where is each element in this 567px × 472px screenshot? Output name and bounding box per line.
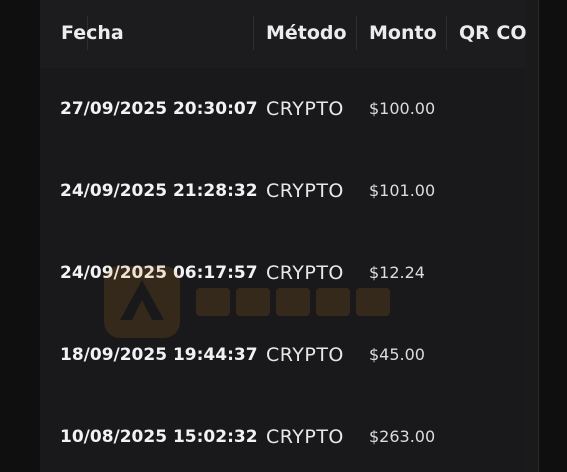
table-row[interactable]: 10/08/2025 15:02:32 CRYPTO $263.00 bbox=[40, 396, 526, 472]
table-row[interactable]: 18/09/2025 19:44:37 CRYPTO $45.00 bbox=[40, 314, 526, 397]
table-row[interactable]: 27/09/2025 20:30:07 CRYPTO $100.00 bbox=[40, 68, 526, 151]
cell-fecha: 24/09/2025 06:17:57 bbox=[60, 263, 258, 283]
cell-metodo: CRYPTO bbox=[266, 262, 344, 284]
cell-fecha: 27/09/2025 20:30:07 bbox=[60, 99, 258, 119]
cell-metodo: CRYPTO bbox=[266, 426, 344, 448]
cell-monto: $45.00 bbox=[369, 345, 425, 364]
column-header-qr-code[interactable]: QR CO bbox=[459, 17, 526, 49]
header-divider bbox=[253, 16, 254, 50]
cell-metodo: CRYPTO bbox=[266, 180, 344, 202]
cell-fecha: 10/08/2025 15:02:32 bbox=[60, 427, 258, 447]
cell-fecha: 24/09/2025 21:28:32 bbox=[60, 181, 258, 201]
cell-fecha: 18/09/2025 19:44:37 bbox=[60, 345, 258, 365]
header-divider bbox=[446, 16, 447, 50]
cell-monto: $12.24 bbox=[369, 263, 425, 282]
table-row[interactable]: 24/09/2025 21:28:32 CRYPTO $101.00 bbox=[40, 150, 526, 233]
transactions-table[interactable]: Fecha Método Monto QR CO 27/09/2025 20:3… bbox=[40, 0, 526, 472]
column-header-fecha[interactable]: Fecha bbox=[61, 17, 251, 49]
cell-metodo: CRYPTO bbox=[266, 98, 344, 120]
header-divider bbox=[356, 16, 357, 50]
table-row[interactable]: 24/09/2025 06:17:57 CRYPTO $12.24 bbox=[40, 232, 526, 315]
screen: Fecha Método Monto QR CO 27/09/2025 20:3… bbox=[0, 0, 567, 472]
column-header-monto[interactable]: Monto bbox=[369, 17, 445, 49]
cell-monto: $100.00 bbox=[369, 99, 436, 118]
cell-monto: $263.00 bbox=[369, 427, 436, 446]
column-header-metodo[interactable]: Método bbox=[266, 17, 356, 49]
cell-metodo: CRYPTO bbox=[266, 344, 344, 366]
table-header: Fecha Método Monto QR CO bbox=[40, 0, 526, 69]
cell-monto: $101.00 bbox=[369, 181, 436, 200]
